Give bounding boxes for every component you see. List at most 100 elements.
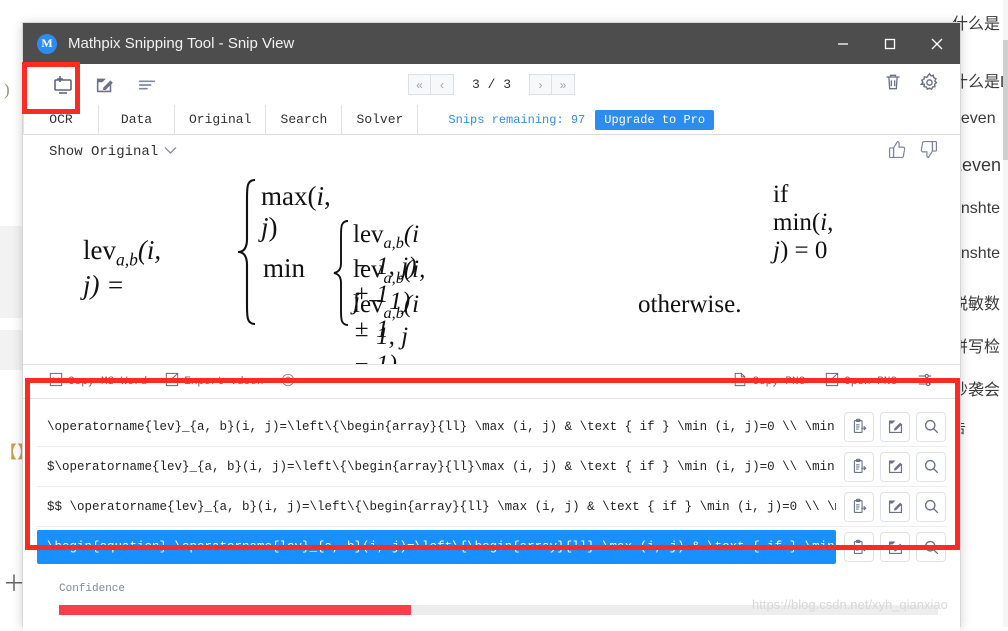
copy-ms-word-label: Copy MS Word — [68, 376, 147, 388]
show-original-dropdown[interactable]: Show Original — [49, 144, 177, 160]
prev-page-button[interactable]: ‹ — [431, 74, 454, 95]
svg-text:W: W — [53, 377, 60, 385]
app-logo-icon: M — [37, 34, 57, 54]
close-button[interactable] — [913, 23, 960, 64]
output-settings-button[interactable] — [917, 372, 938, 392]
search-icon[interactable] — [916, 412, 946, 442]
background-left-band-1 — [0, 226, 24, 318]
search-icon[interactable] — [916, 452, 946, 482]
formula-case-row3: leva,b(i − 1, j − 1) + 1(ai≠bj) — [353, 291, 419, 365]
first-page-button[interactable]: « — [408, 74, 431, 95]
show-original-label: Show Original — [49, 144, 158, 160]
copy-png-button[interactable]: Copy PNG — [733, 372, 805, 391]
formula-min-label: min — [263, 253, 305, 284]
help-circle-icon — [281, 373, 295, 391]
inner-brace-icon — [331, 219, 353, 332]
tab-search[interactable]: Search — [266, 105, 342, 134]
export-docx-label: Export .docx — [184, 376, 263, 388]
result-row-actions — [844, 532, 946, 562]
result-text[interactable]: $\operatorname{lev}_{a, b}(i, j)=\left\{… — [37, 450, 836, 484]
export-bar: W Copy MS Word Export .docx — [23, 365, 960, 399]
copy-to-clipboard-icon[interactable] — [844, 412, 874, 442]
pagination-next-group: › » — [529, 74, 575, 95]
formula-row2-op: lev — [353, 256, 384, 283]
page-indicator: 3 / 3 — [472, 77, 511, 92]
delete-icon[interactable] — [883, 72, 903, 97]
minimize-button[interactable] — [819, 23, 866, 64]
tab-solver[interactable]: Solver — [342, 105, 418, 134]
copy-to-clipboard-icon[interactable] — [844, 532, 874, 562]
result-row-latex-inline-dollar[interactable]: $\operatorname{lev}_{a, b}(i, j)=\left\{… — [37, 447, 946, 487]
formula-lhs-op: lev — [83, 235, 116, 265]
tabstrip: OCR Data Original Search Solver Snips re… — [23, 105, 960, 135]
new-snip-icon[interactable] — [49, 71, 77, 99]
open-png-button[interactable]: Open PNG — [825, 372, 897, 391]
formula-row1-sub: a,b — [384, 234, 404, 252]
next-page-button[interactable]: › — [529, 74, 552, 95]
background-scrollbar[interactable] — [1003, 0, 1008, 627]
result-text[interactable]: $$ \operatorname{lev}_{a, b}(i, j)=\left… — [37, 490, 836, 524]
formula-condition-if: if min(i, j) = 0 — [773, 181, 833, 265]
export-bar-right: Copy PNG Open PNG — [713, 372, 938, 392]
result-row-latex-display-dollar[interactable]: $$ \operatorname{lev}_{a, b}(i, j)=\left… — [37, 487, 946, 527]
result-row-actions — [844, 412, 946, 442]
search-icon[interactable] — [916, 492, 946, 522]
thumbs-down-icon[interactable] — [919, 140, 938, 164]
window-title: Mathpix Snipping Tool - Snip View — [68, 35, 294, 52]
results-list: \operatorname{lev}_{a, b}(i, j)=\left\{\… — [23, 399, 960, 573]
result-text[interactable]: \operatorname{lev}_{a, b}(i, j)=\left\{\… — [37, 410, 836, 444]
app-logo-glyph: M — [41, 36, 52, 51]
export-docx-button[interactable]: Export .docx — [165, 372, 263, 391]
help-button[interactable] — [281, 373, 300, 391]
titlebar[interactable]: M Mathpix Snipping Tool - Snip View — [23, 23, 960, 64]
search-icon[interactable] — [916, 532, 946, 562]
mathpix-window: M Mathpix Snipping Tool - Snip View — [22, 22, 961, 627]
export-icon — [165, 372, 179, 391]
background-left-glyph-0: ) — [4, 80, 10, 100]
chevron-down-icon — [164, 144, 177, 160]
copy-png-label: Copy PNG — [752, 376, 805, 388]
snips-remaining-label: Snips remaining: 97 — [448, 105, 585, 134]
result-row-actions — [844, 492, 946, 522]
sliders-icon — [917, 372, 933, 392]
result-text[interactable]: \begin{equation} \operatorname{lev}_{a, … — [37, 530, 836, 564]
formula-row1-op: lev — [353, 221, 384, 248]
copy-to-clipboard-icon[interactable] — [844, 452, 874, 482]
toolbar-right-icons — [883, 72, 960, 98]
pagination-prev-group: « ‹ — [408, 74, 454, 95]
snip-list-icon[interactable] — [133, 71, 161, 99]
tab-original[interactable]: Original — [175, 105, 266, 134]
watermark: https://blog.csdn.net/xyh_qianxiao — [752, 597, 948, 612]
formula-lhs-sub: a,b — [116, 249, 138, 269]
edit-snip-icon[interactable] — [91, 71, 119, 99]
copy-ms-word-button[interactable]: W Copy MS Word — [49, 372, 147, 391]
upgrade-to-pro-button[interactable]: Upgrade to Pro — [595, 110, 714, 130]
last-page-button[interactable]: » — [552, 74, 575, 95]
formula-row2-sub: a,b — [384, 269, 404, 287]
maximize-button[interactable] — [866, 23, 913, 64]
result-row-latex-equation-env[interactable]: \begin{equation} \operatorname{lev}_{a, … — [37, 527, 946, 567]
copy-icon — [733, 372, 747, 391]
background-left-column: ) 【】 ＋ — [0, 0, 24, 627]
gear-icon[interactable] — [919, 72, 940, 98]
edit-icon[interactable] — [880, 492, 910, 522]
edit-icon[interactable] — [880, 412, 910, 442]
confidence-bar-fill — [59, 605, 411, 615]
word-icon: W — [49, 372, 63, 391]
copy-to-clipboard-icon[interactable] — [844, 492, 874, 522]
result-row-latex-plain[interactable]: \operatorname{lev}_{a, b}(i, j)=\left\{\… — [37, 407, 946, 447]
formula-case-max: max(i, j) — [261, 181, 331, 243]
formula-preview: leva,b(i, j) = max(i, j) min leva,b(i − … — [23, 169, 960, 365]
thumbs-up-icon[interactable] — [888, 140, 907, 164]
formula-row3-op: lev — [353, 291, 384, 318]
feedback-icons — [888, 140, 960, 164]
edit-icon[interactable] — [880, 532, 910, 562]
tab-data[interactable]: Data — [99, 105, 175, 134]
result-row-actions — [844, 452, 946, 482]
pagination: « ‹ 3 / 3 › » — [23, 74, 960, 95]
toolbar-icon-group — [23, 71, 161, 99]
edit-icon[interactable] — [880, 452, 910, 482]
tab-ocr[interactable]: OCR — [23, 105, 99, 134]
formula-lhs: leva,b(i, j) = — [83, 235, 161, 301]
toolbar: « ‹ 3 / 3 › » — [23, 64, 960, 105]
